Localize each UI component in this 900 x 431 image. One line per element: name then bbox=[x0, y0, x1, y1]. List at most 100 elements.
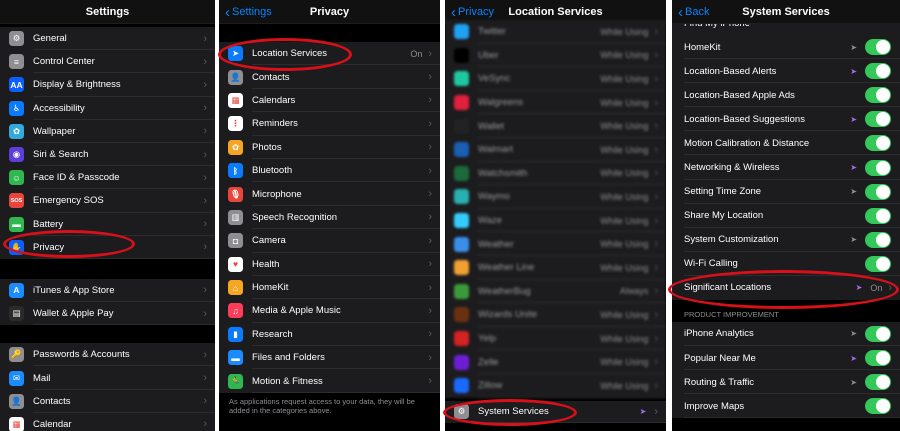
list-item[interactable]: ▮ Research › bbox=[219, 322, 440, 347]
list-item[interactable]: ᛒ Bluetooth › bbox=[219, 158, 440, 183]
toggle-knob bbox=[876, 88, 890, 103]
list-item[interactable]: ♫ Media & Apple Music › bbox=[219, 299, 440, 323]
app-name: Wallet bbox=[478, 120, 505, 132]
list-item[interactable]: 👤 Contacts › bbox=[0, 389, 215, 413]
toggle-row[interactable]: Routing & Traffic ➤ bbox=[672, 370, 900, 395]
toggle-switch[interactable] bbox=[865, 111, 891, 128]
toggle-row[interactable]: Location-Based Suggestions ➤ bbox=[672, 107, 900, 132]
toggle-switch[interactable] bbox=[865, 350, 891, 367]
app-row[interactable]: Waymo While Using › bbox=[445, 185, 666, 209]
chevron-right-icon: › bbox=[654, 25, 658, 38]
app-row[interactable]: Walmart While Using › bbox=[445, 137, 666, 162]
list-item[interactable]: ➤ Location Services On › bbox=[219, 42, 440, 66]
row-label: Accessibility bbox=[33, 102, 85, 114]
system-services-row[interactable]: ⚙ System Services ➤ › bbox=[445, 400, 666, 423]
row-label: Contacts bbox=[33, 395, 71, 407]
toggle-switch[interactable] bbox=[865, 207, 891, 224]
list-item[interactable]: 🔑 Passwords & Accounts › bbox=[0, 343, 215, 367]
location-arrow-icon: ➤ bbox=[850, 329, 857, 339]
app-row[interactable]: VeSync While Using › bbox=[445, 67, 666, 91]
row-label: Face ID & Passcode bbox=[33, 172, 120, 184]
list-item[interactable]: 🏃 Motion & Fitness › bbox=[219, 369, 440, 393]
toggle-knob bbox=[876, 256, 890, 271]
row-label: Camera bbox=[252, 235, 286, 247]
app-row[interactable]: Wallet While Using › bbox=[445, 114, 666, 138]
app-permission: While Using bbox=[600, 309, 649, 320]
app-row[interactable]: Yelp While Using › bbox=[445, 326, 666, 351]
list-item[interactable]: AiTunes & App Store › bbox=[0, 278, 215, 303]
toggle-row[interactable]: HomeKit ➤ bbox=[672, 35, 900, 60]
back-button[interactable]: ‹ Settings bbox=[225, 0, 272, 24]
chevron-right-icon: › bbox=[428, 188, 432, 201]
app-row[interactable]: WeatherBug Always › bbox=[445, 279, 666, 304]
toggle-switch[interactable] bbox=[865, 398, 891, 415]
toggle-row[interactable]: Location-Based Alerts ➤ bbox=[672, 59, 900, 84]
toggle-switch[interactable] bbox=[865, 231, 891, 248]
list-item[interactable]: ✉ Mail › bbox=[0, 366, 215, 390]
list-item[interactable]: 🎙 Microphone › bbox=[219, 182, 440, 206]
app-location-list: Twitter While Using › Uber While Using › VeSyn… bbox=[445, 20, 666, 423]
list-item[interactable]: ◉ Siri & Search › bbox=[0, 142, 215, 167]
toggle-row[interactable]: Location-Based Apple Ads bbox=[672, 83, 900, 108]
toggle-row[interactable]: System Customization ➤ bbox=[672, 227, 900, 252]
list-item[interactable]: ▥ Speech Recognition › bbox=[219, 205, 440, 230]
toggle-switch[interactable] bbox=[865, 39, 891, 56]
toggle-row[interactable]: Motion Calibration & Distance bbox=[672, 131, 900, 156]
toggle-switch[interactable] bbox=[865, 183, 891, 200]
list-item[interactable]: ▦ Calendar › bbox=[0, 412, 215, 431]
list-item[interactable]: ♥ Health › bbox=[219, 252, 440, 276]
toggle-switch[interactable] bbox=[865, 63, 891, 80]
list-item[interactable]: ▤ Wallet & Apple Pay › bbox=[0, 302, 215, 326]
list-item[interactable]: AA Display & Brightness › bbox=[0, 73, 215, 97]
app-row[interactable]: Uber While Using › bbox=[445, 43, 666, 68]
app-row[interactable]: Twitter While Using › bbox=[445, 20, 666, 44]
app-row[interactable]: Zillow While Using › bbox=[445, 373, 666, 398]
list-item[interactable]: ▦ Calendars › bbox=[219, 88, 440, 113]
row-label: Control Center bbox=[33, 56, 95, 68]
chevron-right-icon: › bbox=[428, 117, 432, 130]
row-label: Siri & Search bbox=[33, 149, 89, 161]
toggle-row[interactable]: iPhone Analytics ➤ bbox=[672, 321, 900, 347]
back-label: Settings bbox=[232, 6, 272, 18]
list-item[interactable]: ✋ Privacy › bbox=[0, 235, 215, 259]
location-arrow-icon: ➤ bbox=[850, 114, 857, 124]
toggle-switch[interactable] bbox=[865, 87, 891, 104]
toggle-switch[interactable] bbox=[865, 325, 891, 342]
list-item[interactable]: ◘ Camera › bbox=[219, 229, 440, 253]
app-row[interactable]: Waze While Using › bbox=[445, 208, 666, 233]
list-item[interactable]: ≡ Control Center › bbox=[0, 50, 215, 74]
list-item[interactable]: ✿ Photos › bbox=[219, 135, 440, 159]
toggle-switch[interactable] bbox=[865, 159, 891, 176]
section-header: PRODUCT IMPROVEMENT bbox=[672, 299, 900, 322]
list-item-partial[interactable]: Find My iPhone bbox=[672, 24, 900, 35]
toggle-switch[interactable] bbox=[865, 255, 891, 272]
toggle-knob bbox=[876, 375, 890, 390]
list-item[interactable]: ▬ Files and Folders › bbox=[219, 346, 440, 370]
list-item[interactable]: ⋮ Reminders › bbox=[219, 112, 440, 136]
toggle-row[interactable]: Share My Location bbox=[672, 203, 900, 228]
toggle-row[interactable]: Improve Maps bbox=[672, 394, 900, 419]
back-button[interactable]: ‹ Back bbox=[678, 0, 709, 24]
list-item[interactable]: ⌂ HomeKit › bbox=[219, 275, 440, 300]
toggle-row[interactable]: Wi-Fi Calling bbox=[672, 251, 900, 276]
app-row[interactable]: Wizards Unite While Using › bbox=[445, 303, 666, 327]
toggle-switch[interactable] bbox=[865, 135, 891, 152]
list-item[interactable]: ▬ Battery › bbox=[0, 212, 215, 236]
list-item[interactable]: ✿ Wallpaper › bbox=[0, 119, 215, 143]
list-item[interactable]: ♿ Accessibility › bbox=[0, 96, 215, 120]
toggle-row[interactable]: Popular Near Me ➤ bbox=[672, 346, 900, 371]
list-item[interactable]: ⚙ General › bbox=[0, 27, 215, 51]
app-row[interactable]: Weather Line While Using › bbox=[445, 255, 666, 280]
list-item[interactable]: ☺ Face ID & Passcode › bbox=[0, 166, 215, 190]
list-item[interactable]: 👤 Contacts › bbox=[219, 65, 440, 89]
toggle-switch[interactable] bbox=[865, 374, 891, 391]
app-row[interactable]: Watchsmith While Using › bbox=[445, 161, 666, 186]
app-row[interactable]: Zelle While Using › bbox=[445, 350, 666, 374]
app-row[interactable]: Weather While Using › bbox=[445, 232, 666, 256]
list-item[interactable]: SOS Emergency SOS › bbox=[0, 189, 215, 213]
app-permission: Always bbox=[619, 286, 649, 297]
app-row[interactable]: Walgreens While Using › bbox=[445, 90, 666, 115]
toggle-row[interactable]: Setting Time Zone ➤ bbox=[672, 179, 900, 204]
significant-locations-row[interactable]: Significant Locations ➤ On › bbox=[672, 275, 900, 300]
toggle-row[interactable]: Networking & Wireless ➤ bbox=[672, 155, 900, 180]
